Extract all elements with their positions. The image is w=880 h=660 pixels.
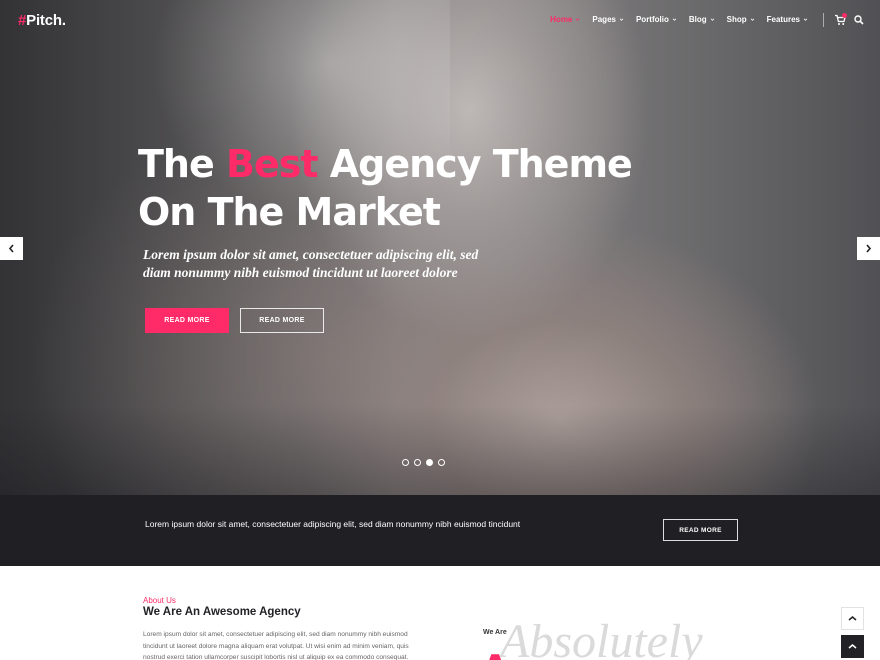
chevron-up-icon bbox=[848, 644, 857, 649]
slider-dot-2[interactable] bbox=[414, 459, 421, 466]
nav-item-home[interactable]: Home bbox=[550, 15, 580, 24]
hero-read-more-button[interactable]: READ MORE bbox=[145, 308, 229, 333]
slider-dots bbox=[402, 459, 445, 466]
nav-item-features[interactable]: Features bbox=[767, 15, 808, 24]
back-to-top-button[interactable] bbox=[841, 635, 864, 658]
nav-label-blog: Blog bbox=[688, 15, 707, 24]
chevron-down-icon bbox=[672, 18, 677, 21]
hero-read-more-outline-button[interactable]: READ MORE bbox=[240, 308, 324, 333]
hero-title-part2: Agency Theme bbox=[317, 142, 633, 186]
awesome-heading: Awesome bbox=[482, 648, 665, 660]
we-are-label: We Are bbox=[483, 629, 507, 636]
slider-next-button[interactable] bbox=[857, 237, 880, 260]
about-title: We Are An Awesome Agency bbox=[143, 606, 301, 618]
chevron-up-icon bbox=[848, 616, 857, 621]
chevron-left-icon bbox=[8, 244, 14, 253]
nav-item-portfolio[interactable]: Portfolio bbox=[636, 15, 677, 24]
cta-bar: Lorem ipsum dolor sit amet, consectetuer… bbox=[0, 495, 880, 566]
search-icon[interactable] bbox=[854, 15, 864, 25]
hero-bottom-shade bbox=[0, 405, 880, 495]
nav-divider bbox=[823, 13, 824, 27]
chevron-right-icon bbox=[866, 244, 872, 253]
slider-prev-button[interactable] bbox=[0, 237, 23, 260]
nav-label-shop: Shop bbox=[726, 15, 747, 24]
hero-title-accent: Best bbox=[225, 142, 319, 186]
chevron-down-icon bbox=[803, 18, 808, 21]
cart-badge bbox=[842, 13, 847, 18]
chevron-down-icon bbox=[710, 18, 714, 21]
scroll-up-button[interactable] bbox=[841, 607, 864, 630]
nav-label-home: Home bbox=[550, 15, 573, 24]
hero-title-part1: The bbox=[138, 142, 226, 186]
main-nav: Home Pages Portfolio Blog Shop Features bbox=[550, 15, 808, 24]
slider-dot-3[interactable] bbox=[426, 459, 433, 466]
chevron-down-icon bbox=[619, 18, 624, 21]
nav-item-blog[interactable]: Blog bbox=[689, 15, 715, 24]
cta-text: Lorem ipsum dolor sit amet, consectetuer… bbox=[145, 519, 521, 529]
nav-label-portfolio: Portfolio bbox=[635, 15, 669, 24]
nav-item-pages[interactable]: Pages bbox=[592, 15, 624, 24]
logo-text: Pitch. bbox=[26, 12, 66, 29]
slider-dot-1[interactable] bbox=[402, 459, 409, 466]
hero-subtitle: Lorem ipsum dolor sit amet, consectetuer… bbox=[143, 247, 479, 280]
hero-title: The Best Agency Theme On The Market bbox=[138, 140, 633, 236]
chevron-down-icon bbox=[750, 18, 754, 21]
nav-label-pages: Pages bbox=[592, 15, 616, 24]
nav-item-shop[interactable]: Shop bbox=[727, 15, 755, 24]
about-body: Lorem ipsum dolor sit amet, consectetuer… bbox=[143, 631, 409, 660]
navbar: #Pitch. Home Pages Portfolio Blog Shop F… bbox=[0, 0, 880, 42]
hero-title-line2: On The Market bbox=[138, 190, 441, 234]
about-eyebrow: About Us bbox=[143, 596, 176, 605]
logo[interactable]: #Pitch. bbox=[18, 12, 66, 29]
cta-read-more-button[interactable]: READ MORE bbox=[663, 519, 738, 541]
slider-dot-4[interactable] bbox=[438, 459, 445, 466]
logo-hash: # bbox=[18, 12, 27, 29]
nav-label-features: Features bbox=[766, 15, 800, 24]
chevron-down-icon bbox=[576, 18, 580, 21]
